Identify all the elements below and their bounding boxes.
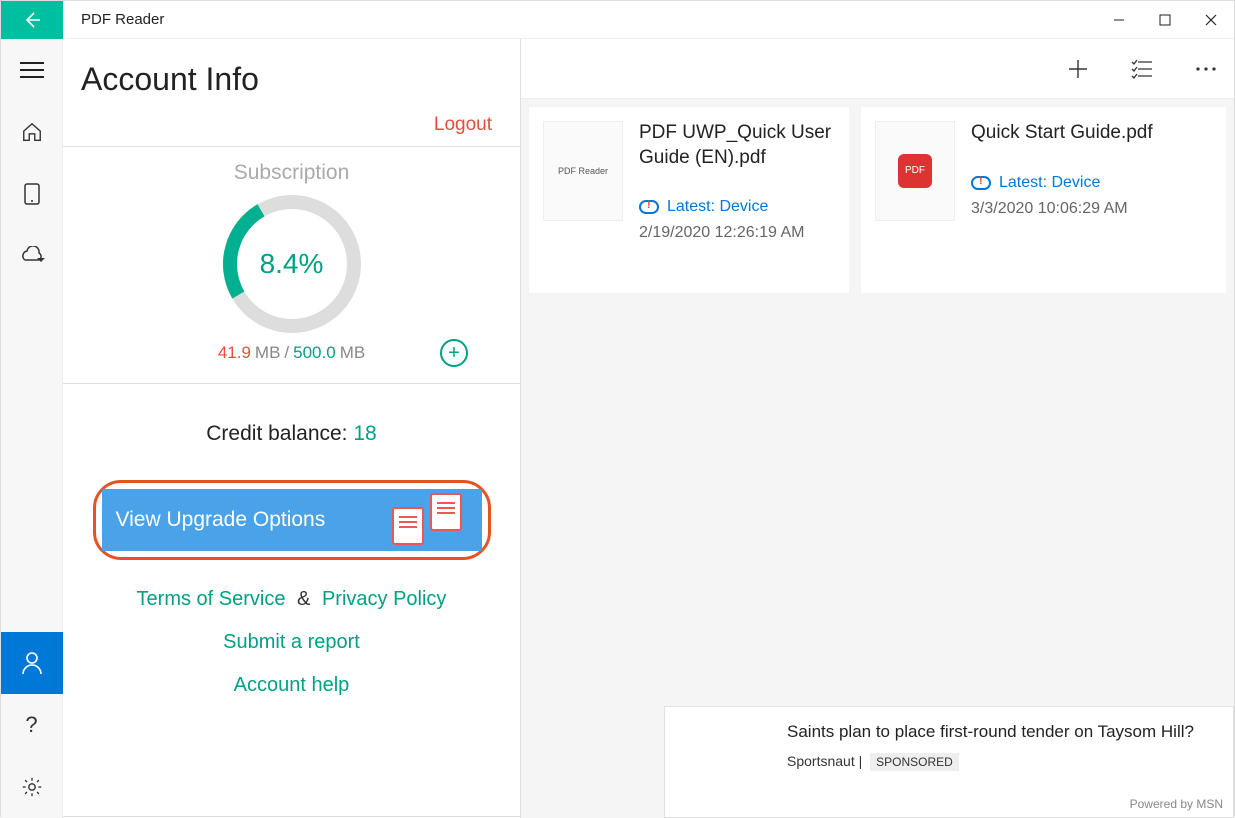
thumbnail: PDF Reader (543, 121, 623, 221)
content-toolbar (521, 39, 1234, 99)
cloud-alert-icon (971, 176, 991, 190)
add-storage-button[interactable]: + (440, 339, 468, 367)
ad-source: Sportsnaut (787, 753, 855, 769)
account-panel: Account Info Logout Subscription 8.4% 41… (63, 39, 521, 818)
doc-date: 3/3/2020 10:06:29 AM (971, 200, 1212, 218)
subscription-section: Subscription 8.4% 41.9 MB / 500.0 MB + (63, 146, 520, 384)
usage-gauge: 8.4% (223, 195, 361, 333)
document-card[interactable]: PDF Quick Start Guide.pdf Latest: Device… (861, 107, 1226, 293)
help-icon[interactable]: ? (1, 694, 63, 756)
title-bar: PDF Reader (1, 1, 1234, 39)
page-title: Account Info (81, 61, 502, 98)
settings-icon[interactable] (1, 756, 63, 818)
cloud-alert-icon (639, 200, 659, 214)
back-button[interactable] (1, 1, 63, 39)
device-icon[interactable] (1, 163, 63, 225)
add-icon[interactable] (1064, 55, 1092, 83)
minimize-button[interactable] (1096, 1, 1142, 39)
account-help-link[interactable]: Account help (234, 674, 350, 696)
privacy-link[interactable]: Privacy Policy (322, 588, 446, 610)
ad-banner[interactable]: Saints plan to place first-round tender … (664, 706, 1234, 818)
ad-powered: Powered by MSN (1130, 797, 1223, 811)
cloud-download-icon[interactable] (1, 225, 63, 287)
app-title: PDF Reader (81, 11, 164, 28)
close-button[interactable] (1188, 1, 1234, 39)
side-rail: ? (1, 39, 63, 818)
doc-title: PDF UWP_Quick User Guide (EN).pdf (639, 121, 835, 170)
window-controls (1096, 1, 1234, 39)
document-card[interactable]: PDF Reader PDF UWP_Quick User Guide (EN)… (529, 107, 849, 293)
thumbnail: PDF (875, 121, 955, 221)
logout-link[interactable]: Logout (434, 114, 492, 135)
hamburger-icon[interactable] (1, 39, 63, 101)
maximize-button[interactable] (1142, 1, 1188, 39)
doc-date: 2/19/2020 12:26:19 AM (639, 224, 835, 242)
account-icon[interactable] (1, 632, 63, 694)
doc-title: Quick Start Guide.pdf (971, 121, 1212, 146)
more-icon[interactable] (1192, 55, 1220, 83)
usage-percent: 8.4% (260, 248, 324, 280)
content-area: PDF Reader PDF UWP_Quick User Guide (EN)… (521, 39, 1234, 818)
storage-text: 41.9 MB / 500.0 MB + (63, 343, 520, 363)
home-icon[interactable] (1, 101, 63, 163)
upgrade-highlight: View Upgrade Options (93, 480, 491, 560)
upgrade-docs-icon (392, 501, 462, 539)
submit-report-link[interactable]: Submit a report (223, 631, 360, 653)
tos-link[interactable]: Terms of Service (137, 588, 286, 610)
credit-balance: Credit balance: 18 (63, 422, 520, 446)
subscription-label: Subscription (63, 161, 520, 185)
upgrade-button[interactable]: View Upgrade Options (102, 489, 482, 551)
doc-sync-status: Latest: Device (971, 174, 1212, 192)
select-list-icon[interactable] (1128, 55, 1156, 83)
ad-sponsored-badge: SPONSORED (870, 753, 959, 771)
ad-headline: Saints plan to place first-round tender … (787, 719, 1219, 745)
doc-sync-status: Latest: Device (639, 198, 835, 216)
